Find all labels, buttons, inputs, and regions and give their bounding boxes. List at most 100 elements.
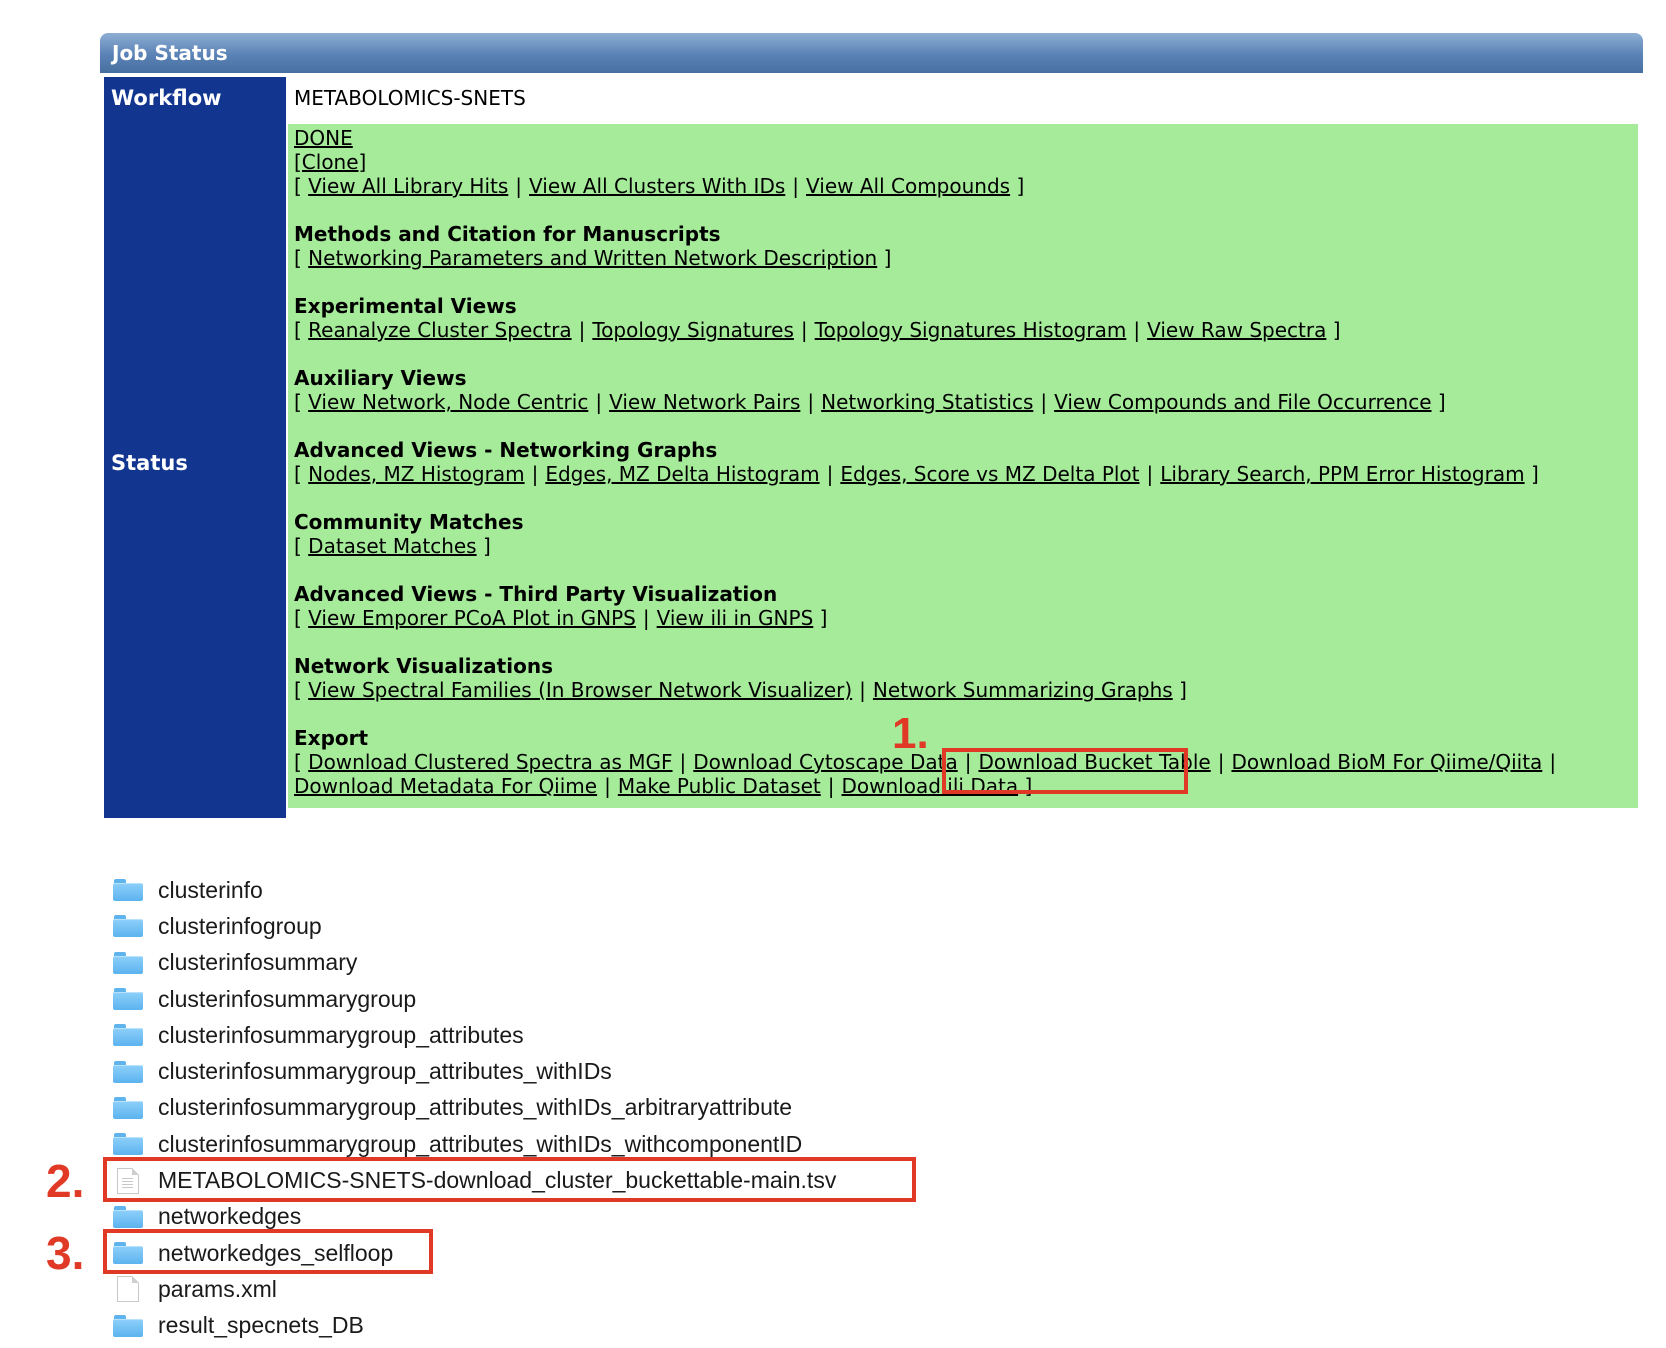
separator: | xyxy=(531,462,539,486)
folder-icon xyxy=(113,1060,143,1083)
separator: | xyxy=(859,678,866,702)
highlight-buckettable-file xyxy=(103,1157,916,1202)
file-icon xyxy=(117,1276,139,1303)
separator: | xyxy=(1040,390,1048,414)
file-name: clusterinfogroup xyxy=(158,912,322,939)
folder-icon xyxy=(113,1133,143,1156)
make-public-dataset-link[interactable]: Make Public Dataset xyxy=(618,774,821,798)
section-title: Network Visualizations xyxy=(294,654,553,678)
view-all-library-hits-link[interactable]: View All Library Hits xyxy=(308,174,508,198)
separator: | xyxy=(807,390,815,414)
topology-signatures-histogram-link[interactable]: Topology Signatures Histogram xyxy=(815,318,1127,342)
topology-signatures-link[interactable]: Topology Signatures xyxy=(592,318,794,342)
view-ili-link[interactable]: View ili in GNPS xyxy=(657,606,814,630)
bracket-open: [ xyxy=(294,174,302,198)
workflow-label: Workflow xyxy=(111,86,222,110)
nodes-mz-histogram-link[interactable]: Nodes, MZ Histogram xyxy=(308,462,524,486)
bracket-close: ] xyxy=(883,246,892,270)
list-item[interactable]: result_specnets_DB xyxy=(112,1308,836,1344)
section-networking-graphs: Advanced Views - Networking Graphs [ Nod… xyxy=(294,438,1638,486)
section-experimental-views: Experimental Views [ Reanalyze Cluster S… xyxy=(294,294,1638,342)
annotation-1: 1. xyxy=(892,709,929,758)
view-network-pairs-link[interactable]: View Network Pairs xyxy=(609,390,800,414)
separator: | xyxy=(679,750,687,774)
list-item[interactable]: params.xml xyxy=(112,1271,836,1307)
list-item[interactable]: clusterinfosummarygroup_attributes_withI… xyxy=(112,1053,836,1089)
separator: | xyxy=(578,318,586,342)
download-clustered-spectra-link[interactable]: Download Clustered Spectra as MGF xyxy=(308,750,672,774)
folder-icon xyxy=(113,879,143,902)
separator: | xyxy=(1133,318,1141,342)
view-all-clusters-with-ids-link[interactable]: View All Clusters With IDs xyxy=(529,174,785,198)
separator: | xyxy=(800,318,808,342)
bracket-close: ] xyxy=(819,606,828,630)
reanalyze-cluster-spectra-link[interactable]: Reanalyze Cluster Spectra xyxy=(308,318,571,342)
bracket-open: [ xyxy=(294,246,302,270)
folder-icon xyxy=(113,1205,143,1228)
separator: | xyxy=(1146,462,1154,486)
networking-statistics-link[interactable]: Networking Statistics xyxy=(821,390,1033,414)
separator: | xyxy=(515,174,523,198)
network-summarizing-graphs-link[interactable]: Network Summarizing Graphs xyxy=(873,678,1173,702)
status-done-link[interactable]: DONE xyxy=(294,126,353,150)
list-item[interactable]: clusterinfogroup xyxy=(112,908,836,944)
folder-icon xyxy=(113,915,143,938)
section-title: Auxiliary Views xyxy=(294,366,467,390)
list-item[interactable]: clusterinfo xyxy=(112,872,836,908)
list-item[interactable]: clusterinfosummarygroup_attributes xyxy=(112,1017,836,1053)
view-emporer-pcoa-link[interactable]: View Emporer PCoA Plot in GNPS xyxy=(308,606,636,630)
edges-mz-delta-histogram-link[interactable]: Edges, MZ Delta Histogram xyxy=(545,462,819,486)
view-compounds-file-occurrence-link[interactable]: View Compounds and File Occurrence xyxy=(1054,390,1431,414)
job-status-header: Job Status xyxy=(100,33,1643,73)
workflow-value: METABOLOMICS-SNETS xyxy=(294,86,526,110)
folder-icon xyxy=(113,988,143,1011)
library-search-ppm-error-link[interactable]: Library Search, PPM Error Histogram xyxy=(1160,462,1524,486)
bracket-open: [ xyxy=(294,462,302,486)
highlight-networkedges-selfloop xyxy=(103,1229,433,1274)
separator: | xyxy=(1217,750,1225,774)
view-all-compounds-link[interactable]: View All Compounds xyxy=(806,174,1010,198)
label-column xyxy=(104,77,286,818)
file-name: clusterinfosummarygroup xyxy=(158,985,417,1012)
list-item[interactable]: clusterinfosummary xyxy=(112,945,836,981)
section-title: Experimental Views xyxy=(294,294,517,318)
list-item[interactable]: clusterinfosummarygroup_attributes_withI… xyxy=(112,1090,836,1126)
file-name: clusterinfosummarygroup_attributes xyxy=(158,1021,524,1048)
section-title: Community Matches xyxy=(294,510,524,534)
annotation-2: 2. xyxy=(46,1155,85,1207)
bracket-open: [ xyxy=(294,606,302,630)
file-name: clusterinfo xyxy=(158,876,263,903)
section-community-matches: Community Matches [ Dataset Matches ] xyxy=(294,510,1638,558)
file-name: result_specnets_DB xyxy=(158,1312,364,1339)
separator: | xyxy=(642,606,650,630)
edges-score-vs-mz-delta-link[interactable]: Edges, Score vs MZ Delta Plot xyxy=(840,462,1139,486)
status-label: Status xyxy=(111,451,188,475)
annotation-3: 3. xyxy=(46,1227,85,1279)
download-metadata-qiime-link[interactable]: Download Metadata For Qiime xyxy=(294,774,597,798)
dataset-matches-link[interactable]: Dataset Matches xyxy=(308,534,476,558)
section-title: Methods and Citation for Manuscripts xyxy=(294,222,721,246)
bracket-close: ] xyxy=(1437,390,1446,414)
folder-icon xyxy=(113,1096,143,1119)
section-methods: Methods and Citation for Manuscripts [ N… xyxy=(294,222,1638,270)
clone-link[interactable]: [Clone] xyxy=(294,150,366,174)
highlight-download-bucket-table xyxy=(942,748,1188,794)
separator: | xyxy=(604,774,611,798)
view-raw-spectra-link[interactable]: View Raw Spectra xyxy=(1147,318,1326,342)
section-title: Advanced Views - Networking Graphs xyxy=(294,438,718,462)
bracket-close: ] xyxy=(1530,462,1539,486)
status-content: DONE [Clone] [ View All Library Hits | Vie… xyxy=(294,126,1638,798)
separator: | xyxy=(827,774,835,798)
file-name: params.xml xyxy=(158,1275,277,1302)
list-item[interactable]: clusterinfosummarygroup xyxy=(112,981,836,1017)
view-spectral-families-link[interactable]: View Spectral Families (In Browser Netwo… xyxy=(308,678,852,702)
bracket-close: ] xyxy=(1332,318,1341,342)
bracket-close: ] xyxy=(1016,174,1025,198)
download-biom-link[interactable]: Download BioM For Qiime/Qiita xyxy=(1231,750,1542,774)
section-title: Advanced Views - Third Party Visualizati… xyxy=(294,582,778,606)
file-name: clusterinfosummarygroup_attributes_withI… xyxy=(158,1058,612,1085)
view-network-node-centric-link[interactable]: View Network, Node Centric xyxy=(308,390,588,414)
networking-parameters-link[interactable]: Networking Parameters and Written Networ… xyxy=(308,246,877,270)
bracket-open: [ xyxy=(294,390,302,414)
section-title: Export xyxy=(294,726,369,750)
